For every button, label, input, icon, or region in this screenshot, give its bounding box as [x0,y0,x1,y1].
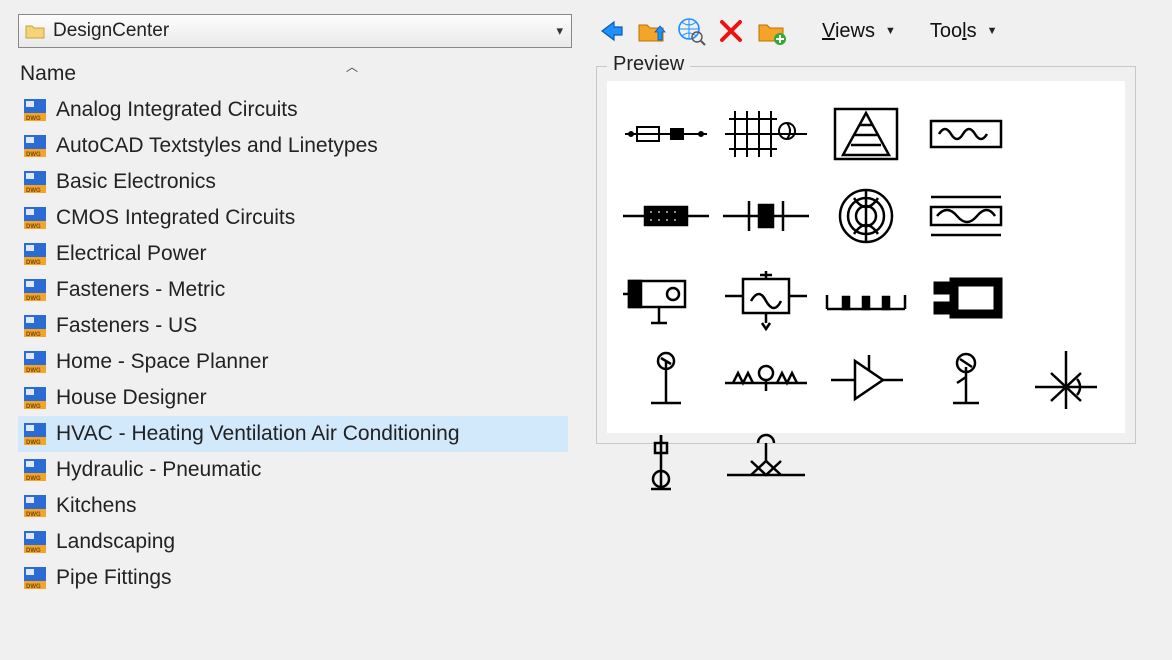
list-item[interactable]: DWG AutoCAD Textstyles and Linetypes [18,128,568,164]
list-item[interactable]: DWG House Designer [18,380,568,416]
svg-text:DWG: DWG [26,152,41,158]
list-item[interactable]: DWG Fasteners - US [18,308,568,344]
hvac-symbol[interactable] [819,341,913,419]
list-item[interactable]: DWG Landscaping [18,524,568,560]
hvac-symbol[interactable] [819,259,913,337]
hvac-symbol[interactable] [719,423,813,501]
hvac-symbol[interactable] [619,177,713,255]
dwg-file-icon: DWG [22,457,48,483]
list-item[interactable]: DWG Kitchens [18,488,568,524]
dwg-file-icon: DWG [22,313,48,339]
list-item[interactable]: DWG CMOS Integrated Circuits [18,200,568,236]
svg-text:DWG: DWG [26,116,41,122]
hvac-symbol[interactable] [619,259,713,337]
hvac-symbol[interactable] [819,95,913,173]
list-item-label: Hydraulic - Pneumatic [56,458,261,482]
hvac-symbol[interactable] [919,177,1013,255]
list-item-label: Pipe Fittings [56,566,172,590]
views-dropdown-icon[interactable]: ▼ [885,25,896,37]
dwg-file-icon: DWG [22,97,48,123]
hvac-symbol[interactable] [919,95,1013,173]
list-item-label: Landscaping [56,530,175,554]
dwg-file-icon: DWG [22,565,48,591]
preview-title: Preview [607,53,690,76]
dwg-file-icon: DWG [22,205,48,231]
preview-canvas [607,81,1125,433]
dwg-file-icon: DWG [22,169,48,195]
hvac-symbol[interactable] [719,341,813,419]
delete-x-icon[interactable] [716,16,746,46]
svg-text:DWG: DWG [26,476,41,482]
list-item-label: House Designer [56,386,207,410]
svg-text:DWG: DWG [26,332,41,338]
list-item[interactable]: DWG Hydraulic - Pneumatic [18,452,568,488]
toolbar: DesignCenter ▾ [18,14,1154,48]
list-item-label: Fasteners - US [56,314,197,338]
tools-menu[interactable]: Tools [930,20,977,43]
list-item-label: AutoCAD Textstyles and Linetypes [56,134,378,158]
hvac-symbol[interactable] [719,259,813,337]
location-label: DesignCenter [53,20,556,42]
sort-ascending-icon[interactable]: ︿ [346,58,568,75]
list-item-label: CMOS Integrated Circuits [56,206,295,230]
tools-dropdown-icon[interactable]: ▼ [987,25,998,37]
list-item[interactable]: DWG Pipe Fittings [18,560,568,596]
dwg-file-icon: DWG [22,493,48,519]
list-item[interactable]: DWG Basic Electronics [18,164,568,200]
svg-text:DWG: DWG [26,512,41,518]
list-item[interactable]: DWG Analog Integrated Circuits [18,92,568,128]
svg-text:DWG: DWG [26,224,41,230]
svg-text:DWG: DWG [26,440,41,446]
globe-search-icon[interactable] [676,16,706,46]
list-item[interactable]: DWG Fasteners - Metric [18,272,568,308]
hvac-symbol-placeholder [1019,95,1113,173]
dwg-file-icon: DWG [22,421,48,447]
list-item-label: Home - Space Planner [56,350,268,374]
svg-text:DWG: DWG [26,296,41,302]
svg-text:DWG: DWG [26,368,41,374]
hvac-symbol[interactable] [919,259,1013,337]
chevron-down-icon: ▾ [556,23,563,39]
folder-up-icon[interactable] [636,16,666,46]
folder-icon [25,23,45,39]
list-item-label: Kitchens [56,494,137,518]
dwg-file-icon: DWG [22,241,48,267]
svg-text:DWG: DWG [26,548,41,554]
list-item[interactable]: DWG HVAC - Heating Ventilation Air Condit… [18,416,568,452]
file-list-panel: Name ︿ DWG Analog Integrated Circuits DWG A… [18,60,568,596]
hvac-symbol[interactable] [619,341,713,419]
svg-text:DWG: DWG [26,188,41,194]
list-item-label: HVAC - Heating Ventilation Air Condition… [56,422,460,446]
list-item-label: Basic Electronics [56,170,216,194]
hvac-symbol[interactable] [919,341,1013,419]
list-item[interactable]: DWG Electrical Power [18,236,568,272]
back-arrow-icon[interactable] [596,16,626,46]
dwg-file-icon: DWG [22,349,48,375]
preview-panel: Preview [596,66,1136,444]
dwg-file-icon: DWG [22,529,48,555]
hvac-symbol-placeholder [1019,177,1113,255]
list-item-label: Electrical Power [56,242,207,266]
new-folder-icon[interactable] [756,16,786,46]
hvac-symbol[interactable] [719,95,813,173]
hvac-symbol[interactable] [1019,341,1113,419]
hvac-symbol[interactable] [719,177,813,255]
hvac-symbol[interactable] [619,423,713,501]
list-item-label: Fasteners - Metric [56,278,225,302]
svg-text:DWG: DWG [26,584,41,590]
dwg-file-icon: DWG [22,385,48,411]
svg-text:DWG: DWG [26,404,41,410]
column-header-name[interactable]: Name [20,62,76,86]
hvac-symbol[interactable] [619,95,713,173]
list-item[interactable]: DWG Home - Space Planner [18,344,568,380]
dwg-file-icon: DWG [22,277,48,303]
dwg-file-icon: DWG [22,133,48,159]
list-item-label: Analog Integrated Circuits [56,98,298,122]
hvac-symbol-placeholder [1019,259,1113,337]
location-dropdown[interactable]: DesignCenter ▾ [18,14,572,48]
svg-text:DWG: DWG [26,260,41,266]
hvac-symbol[interactable] [819,177,913,255]
views-menu[interactable]: Views [822,20,875,43]
